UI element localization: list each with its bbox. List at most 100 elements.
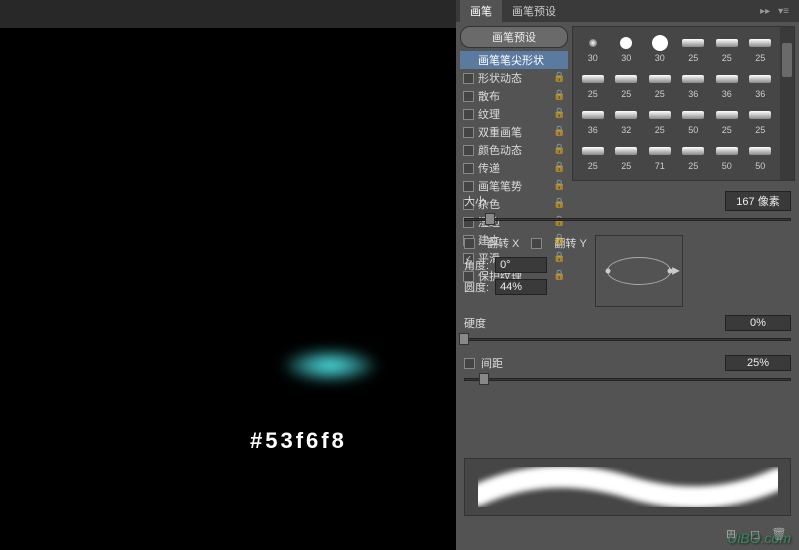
brush-size-label: 30 — [588, 53, 598, 63]
brush-preset-button[interactable]: 画笔预设 — [460, 26, 568, 48]
brush-preset-cell[interactable]: 50 — [644, 175, 676, 180]
brush-preset-cell[interactable]: 36 — [745, 67, 777, 101]
brush-preset-cell[interactable]: 25 — [611, 139, 643, 173]
brush-preset-cell[interactable]: 25 — [711, 175, 743, 180]
tab-brush[interactable]: 画笔 — [460, 0, 502, 22]
spacing-slider[interactable] — [464, 373, 791, 387]
size-value[interactable]: 167 像素 — [725, 191, 791, 211]
brush-preset-cell[interactable]: 36 — [577, 103, 609, 137]
lock-icon[interactable]: 🔒 — [553, 234, 565, 246]
lock-icon[interactable]: 🔒 — [553, 90, 565, 102]
brush-size-label: 25 — [688, 53, 698, 63]
lock-icon[interactable]: 🔒 — [553, 162, 565, 174]
brush-preset-cell[interactable]: 50 — [611, 175, 643, 180]
brush-preset-cell[interactable]: 25 — [611, 67, 643, 101]
brush-preset-cell[interactable]: 30 — [644, 31, 676, 65]
brush-preset-cell[interactable]: 25 — [644, 103, 676, 137]
brush-size-label: 36 — [688, 89, 698, 99]
brush-preset-cell[interactable]: 50 — [745, 139, 777, 173]
brush-preset-cell[interactable]: 25 — [644, 67, 676, 101]
brush-preset-cell[interactable]: 36 — [678, 67, 710, 101]
lock-icon[interactable]: 🔒 — [553, 72, 565, 84]
option-checkbox[interactable] — [463, 145, 474, 156]
canvas-area: #53f6f8 — [0, 28, 456, 550]
option-checkbox[interactable] — [463, 73, 474, 84]
tab-brush-presets[interactable]: 画笔预设 — [502, 0, 566, 22]
size-slider[interactable] — [464, 213, 791, 227]
brush-option-row[interactable]: 双重画笔 🔒 — [460, 123, 568, 141]
brush-preset-cell[interactable]: 25 — [711, 103, 743, 137]
option-checkbox[interactable] — [463, 163, 474, 174]
spacing-value[interactable]: 25% — [725, 355, 791, 371]
lock-icon[interactable]: 🔒 — [553, 270, 565, 282]
brush-preset-cell[interactable]: 25 — [678, 31, 710, 65]
brush-size-label: 50 — [688, 125, 698, 135]
angle-value[interactable]: 0° — [495, 257, 547, 273]
brush-preset-cell[interactable]: 32 — [611, 103, 643, 137]
brush-stroke-preview — [464, 458, 791, 516]
brush-preset-cell[interactable]: 30 — [611, 31, 643, 65]
roundness-label: 圆度: — [464, 279, 489, 295]
brush-grid-scrollbar[interactable] — [780, 27, 794, 180]
lock-icon[interactable]: 🔒 — [553, 252, 565, 264]
menu-icon[interactable]: ▾≡ — [778, 6, 789, 17]
option-checkbox[interactable] — [463, 127, 474, 138]
brush-option-row[interactable]: 散布 🔒 — [460, 87, 568, 105]
brush-thumb — [747, 33, 773, 53]
brush-preset-cell[interactable]: 50 — [678, 103, 710, 137]
lock-icon[interactable]: 🔒 — [553, 198, 565, 210]
brush-size-label: 50 — [722, 161, 732, 171]
brush-thumb — [580, 69, 606, 89]
brush-thumb — [747, 69, 773, 89]
angle-widget[interactable]: ▶ — [595, 235, 683, 307]
brush-thumb — [680, 69, 706, 89]
lock-icon[interactable]: 🔒 — [553, 108, 565, 120]
brush-preset-cell[interactable]: 71 — [644, 139, 676, 173]
option-label: 双重画笔 — [478, 124, 549, 140]
spacing-checkbox[interactable] — [464, 358, 475, 369]
brush-thumb — [613, 33, 639, 53]
brush-preset-cell[interactable]: 36 — [711, 67, 743, 101]
expand-icon[interactable]: ▸▸ — [760, 6, 770, 17]
brush-preset-cell[interactable]: 50 — [711, 139, 743, 173]
brush-size-label: 32 — [621, 125, 631, 135]
brush-option-row[interactable]: 画笔笔尖形状 — [460, 51, 568, 69]
tab-controls: ▸▸ ▾≡ — [760, 6, 795, 17]
brush-preset-cell[interactable]: 25 — [745, 31, 777, 65]
option-checkbox[interactable] — [463, 109, 474, 120]
brush-preset-cell[interactable]: 25 — [678, 139, 710, 173]
hardness-value[interactable]: 0% — [725, 315, 791, 331]
brush-preset-cell[interactable]: 25 — [711, 31, 743, 65]
brush-preset-cell[interactable]: 25 — [577, 139, 609, 173]
brush-preset-cell[interactable]: 30 — [577, 31, 609, 65]
brush-size-label: 25 — [588, 161, 598, 171]
brush-thumb — [714, 177, 740, 180]
scroll-thumb[interactable] — [782, 43, 792, 77]
brush-option-row[interactable]: 纹理🔒 — [460, 105, 568, 123]
brush-preset-cell[interactable]: 25 — [745, 103, 777, 137]
option-checkbox[interactable] — [463, 91, 474, 102]
brush-size-label: 25 — [722, 53, 732, 63]
brush-preset-cell[interactable]: 50 — [577, 175, 609, 180]
lock-icon[interactable]: 🔒 — [553, 126, 565, 138]
flip-y-checkbox[interactable] — [531, 238, 542, 249]
brush-size-label: 25 — [655, 89, 665, 99]
panel-body: 画笔预设 画笔笔尖形状形状动态🔒散布🔒纹理🔒双重画笔🔒颜色动态🔒传递🔒画笔笔势🔒… — [456, 22, 799, 550]
option-label: 散布 — [478, 88, 549, 104]
brush-option-row[interactable]: 传递🔒 — [460, 159, 568, 177]
flip-x-checkbox[interactable] — [464, 238, 475, 249]
brush-thumb — [680, 177, 706, 180]
upper-row: 画笔预设 画笔笔尖形状形状动态🔒散布🔒纹理🔒双重画笔🔒颜色动态🔒传递🔒画笔笔势🔒… — [460, 26, 795, 181]
flip-x-label: 翻转 X — [487, 235, 519, 251]
brush-size-label: 25 — [655, 125, 665, 135]
lock-icon[interactable]: 🔒 — [553, 180, 565, 192]
brush-preset-cell[interactable]: 25 — [678, 175, 710, 180]
brush-option-row[interactable]: 颜色动态🔒 — [460, 141, 568, 159]
lock-icon[interactable]: 🔒 — [553, 144, 565, 156]
brush-preset-cell[interactable]: 25 — [577, 67, 609, 101]
watermark: UiBO.com — [727, 530, 791, 546]
brush-preset-cell[interactable]: 25 — [745, 175, 777, 180]
hardness-slider[interactable] — [464, 333, 791, 347]
brush-option-row[interactable]: 形状动态🔒 — [460, 69, 568, 87]
roundness-value[interactable]: 44% — [495, 279, 547, 295]
